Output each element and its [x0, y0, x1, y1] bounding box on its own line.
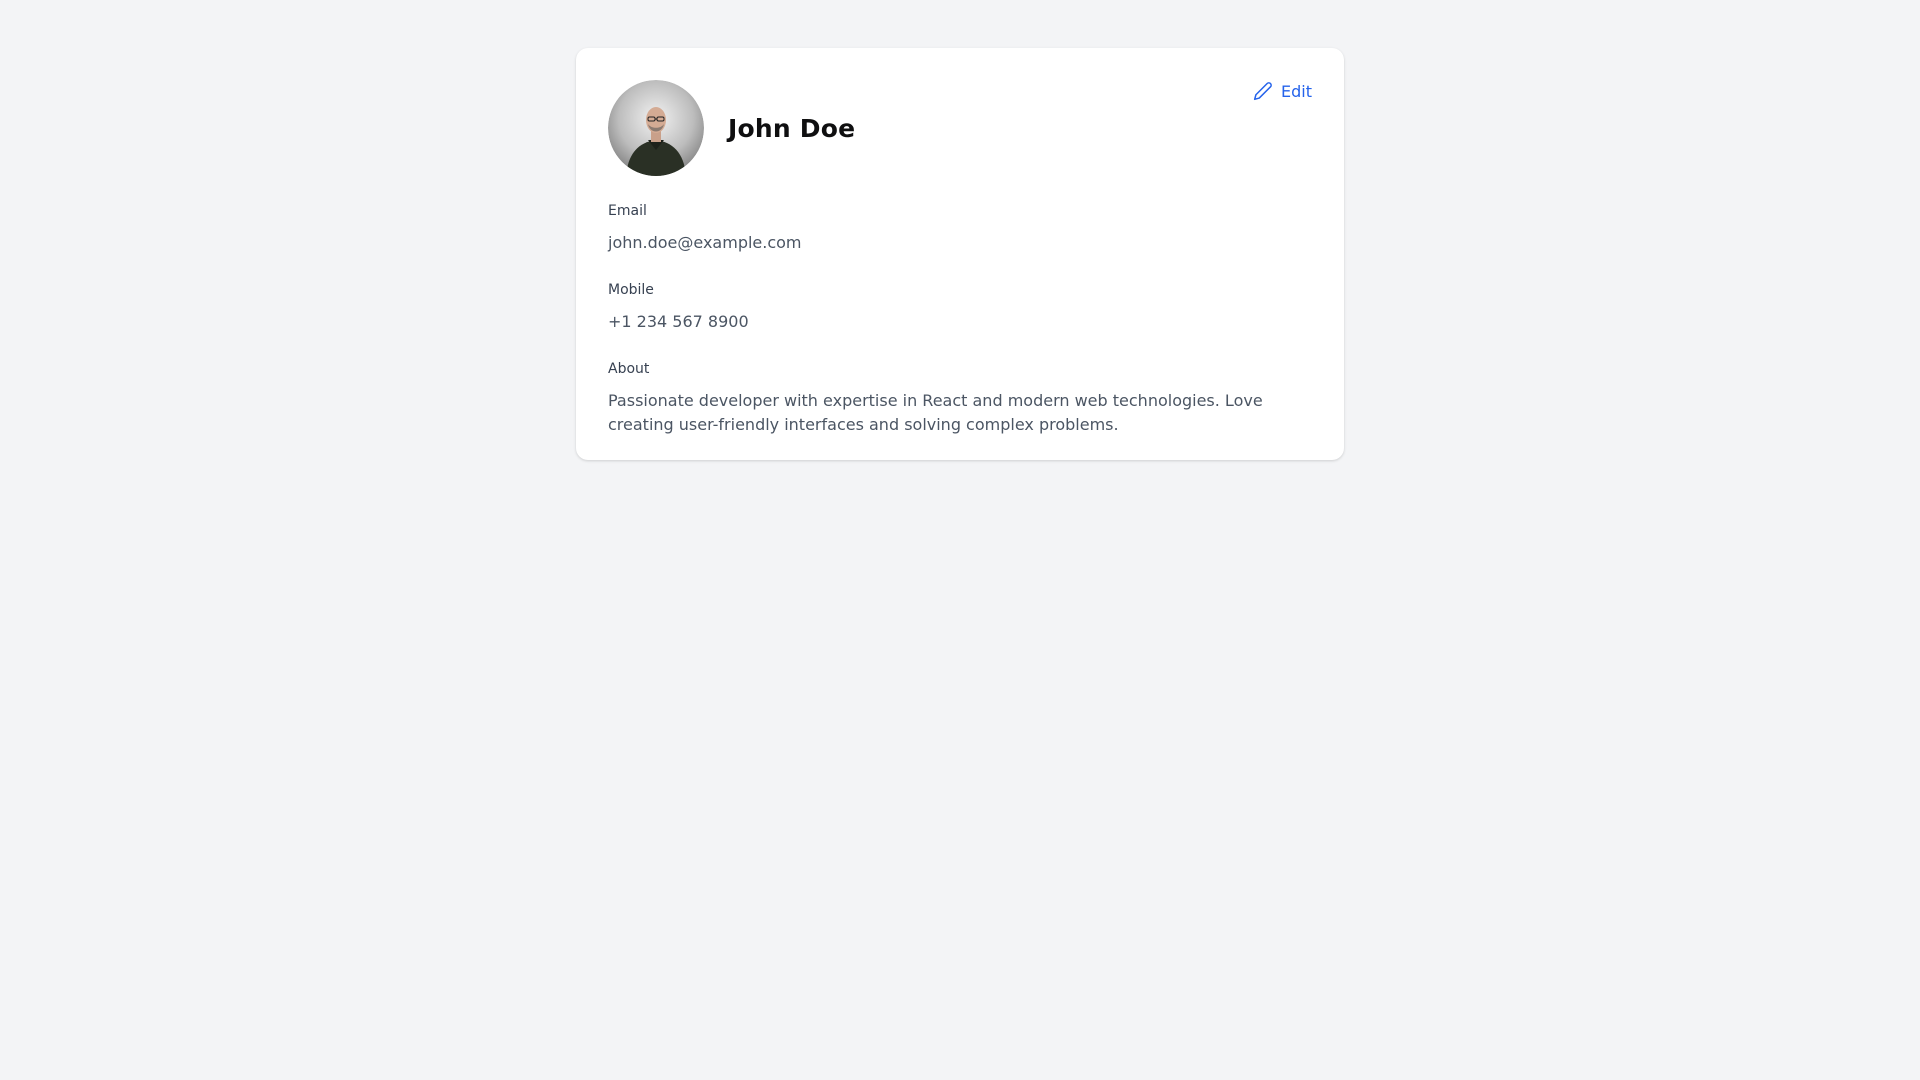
profile-name: John Doe [728, 113, 856, 143]
pencil-icon [1253, 82, 1272, 101]
edit-button-label: Edit [1281, 81, 1312, 101]
email-label: Email [608, 203, 647, 219]
edit-button[interactable]: Edit [1253, 81, 1312, 101]
about-field: About Passionate developer with expertis… [608, 360, 1312, 437]
email-field: Email john.doe@example.com [608, 202, 1312, 255]
mobile-field: Mobile +1 234 567 8900 [608, 281, 1312, 334]
mobile-label: Mobile [608, 282, 654, 298]
about-label: About [608, 361, 650, 377]
email-value: john.doe@example.com [608, 233, 802, 252]
mobile-value: +1 234 567 8900 [608, 312, 749, 331]
about-value: Passionate developer with expertise in R… [608, 391, 1263, 434]
profile-card: John Doe Edit Email john.doe@example.com… [576, 48, 1344, 460]
profile-header: John Doe [608, 80, 1312, 176]
avatar [608, 80, 704, 176]
